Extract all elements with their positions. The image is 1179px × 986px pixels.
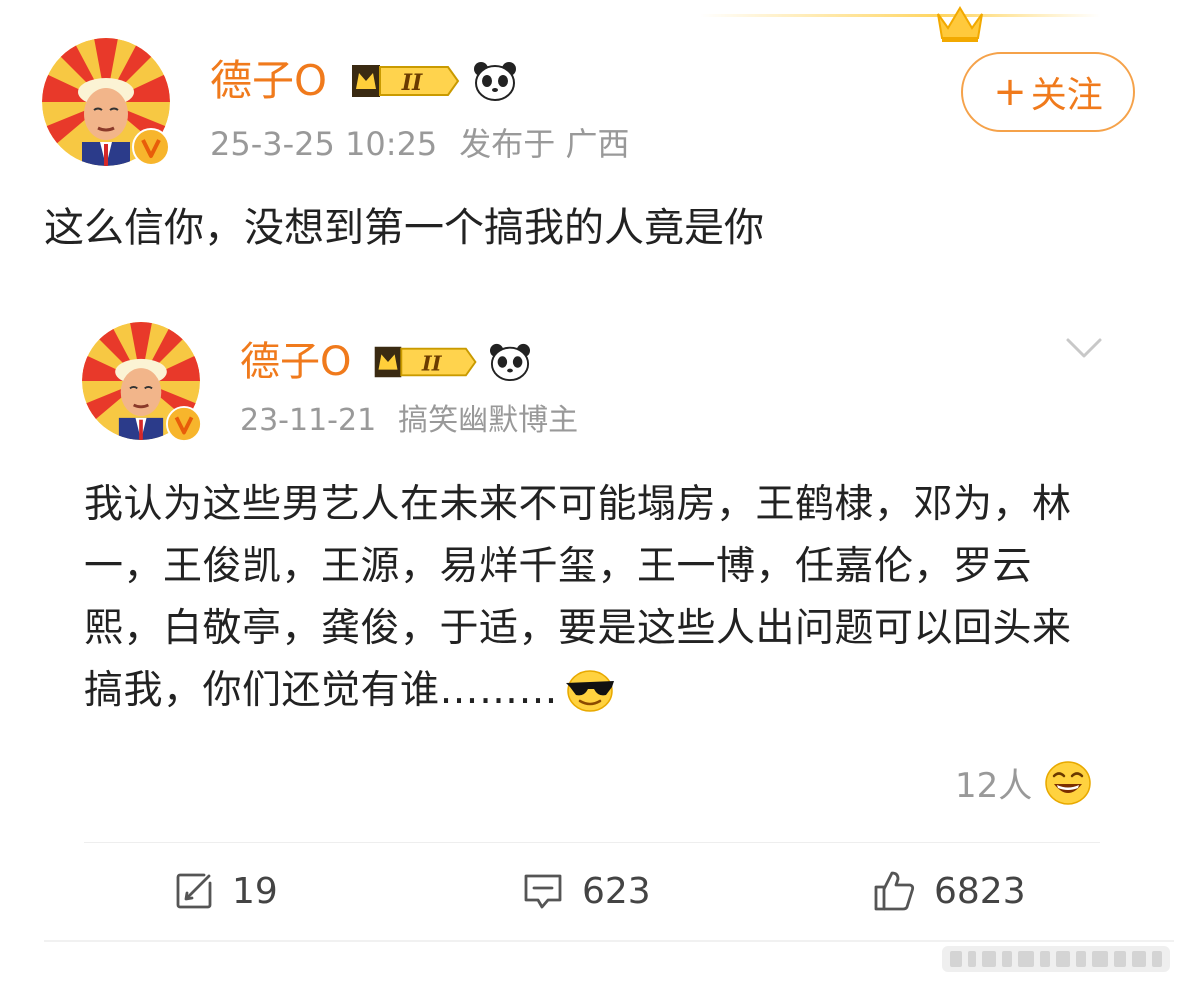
- reaction-summary[interactable]: 12人: [955, 758, 1092, 807]
- repost-username[interactable]: 德子O: [240, 342, 351, 382]
- repost-count: 19: [232, 870, 278, 912]
- comment-icon: [524, 874, 562, 909]
- watermark-icon: [942, 946, 1170, 972]
- repost-date: 23-11-21: [240, 403, 377, 438]
- post-timestamp: 25-3-25 10:25: [210, 125, 438, 163]
- repost-level-badge-text: II: [421, 351, 443, 376]
- verified-icon: [132, 128, 170, 166]
- like-icon: [874, 871, 915, 911]
- repost-verified-icon: [166, 406, 202, 442]
- repost-icon: [176, 873, 212, 909]
- post-location: 发布于 广西: [459, 125, 630, 163]
- repost-tag: 搞笑幽默博主: [398, 403, 579, 438]
- post-meta: 25-3-25 10:25 发布于 广西: [210, 128, 629, 160]
- repost-user-badges: II: [372, 342, 532, 382]
- crown-icon: [937, 6, 983, 42]
- repost-button[interactable]: 19: [174, 866, 278, 916]
- top-decoration-line: [700, 14, 1100, 17]
- repost-panda-icon: [490, 343, 530, 382]
- user-badges: II: [350, 60, 518, 102]
- comment-count: 623: [582, 870, 651, 912]
- chevron-down-icon[interactable]: [1064, 336, 1104, 360]
- cool-emoji-icon: [566, 670, 615, 712]
- comment-button[interactable]: 623: [522, 866, 651, 916]
- level-badge-icon: II: [352, 65, 460, 97]
- repost-text: 我认为这些男艺人在未来不可能塌房，王鹤棣，邓为，林一，王俊凯，王源，易烊千玺，王…: [84, 474, 1094, 722]
- username[interactable]: 德子O: [210, 60, 327, 102]
- laugh-emoji-icon: [1045, 760, 1092, 805]
- level-badge-text: II: [401, 70, 423, 96]
- post-text: 这么信你，没想到第一个搞我的人竟是你: [44, 205, 764, 251]
- panda-icon: [474, 62, 516, 101]
- reaction-count: 12人: [955, 766, 1033, 806]
- weibo-post-page: 德子O II 25-3-25 10:25 发布于 广西 + 关注 这么信你，没想到…: [0, 0, 1179, 986]
- repost-level-badge-icon: II: [374, 346, 477, 378]
- repost-meta: 23-11-21 搞笑幽默博主: [240, 406, 578, 436]
- card-divider: [84, 842, 1100, 843]
- like-button[interactable]: 6823: [872, 866, 1026, 916]
- follow-label: 关注: [1030, 75, 1103, 116]
- like-count: 6823: [934, 870, 1026, 912]
- follow-button[interactable]: + 关注: [961, 52, 1135, 132]
- follow-plus-icon: +: [993, 69, 1027, 115]
